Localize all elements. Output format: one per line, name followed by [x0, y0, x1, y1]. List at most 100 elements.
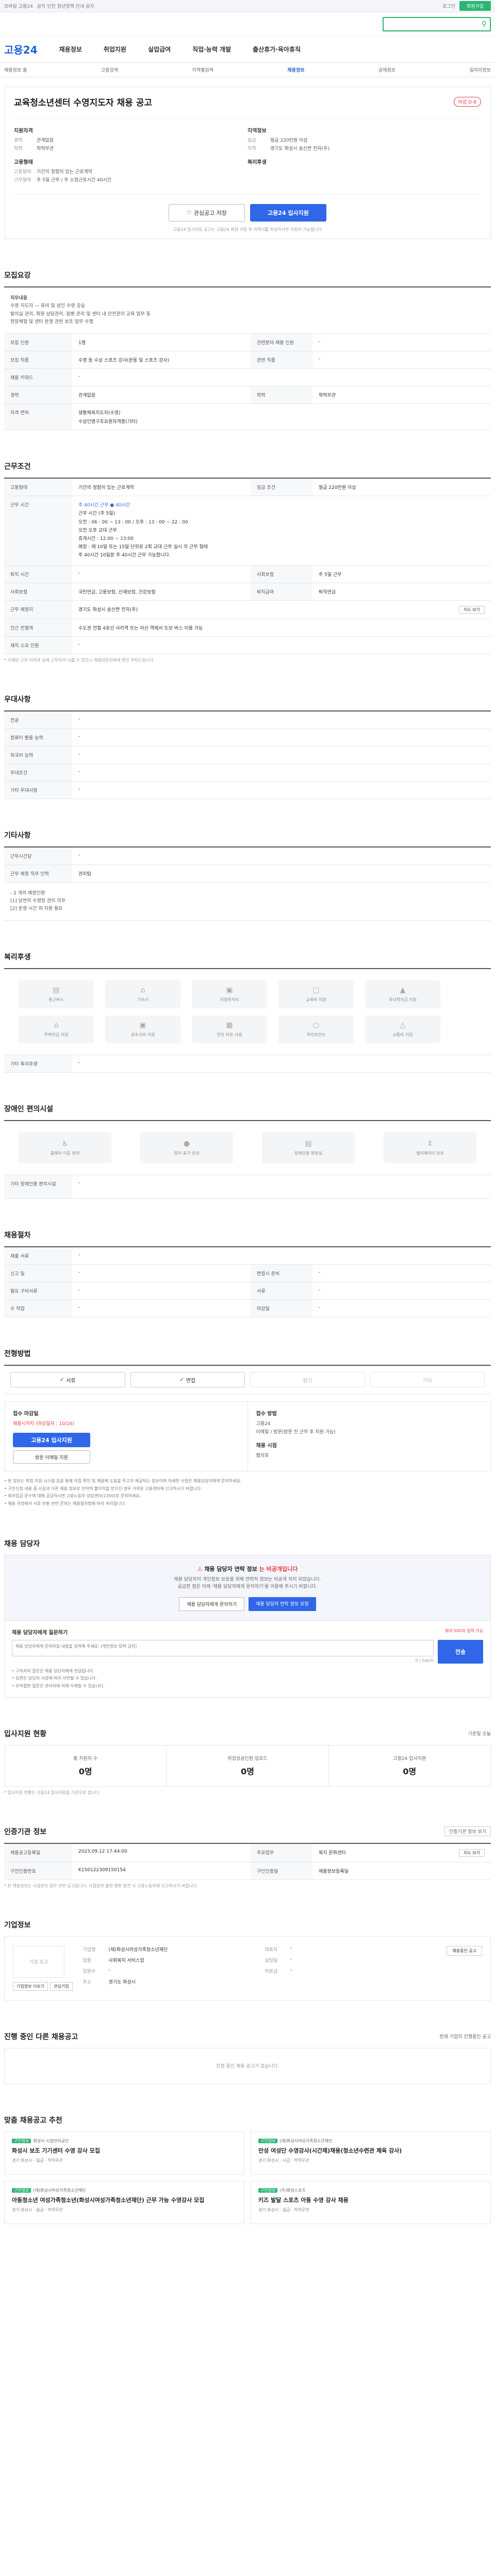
subnav-search[interactable]: 고용검색 — [101, 66, 118, 73]
disabled-item: ● 점자 표기 안내 — [140, 1132, 233, 1164]
send-button[interactable]: 전송 — [438, 1639, 483, 1664]
table-cell: - — [78, 1287, 80, 1293]
section-title: 입사지원 현황 — [4, 1730, 47, 1738]
map-button[interactable]: 지도 보기 — [459, 1849, 485, 1857]
login-link[interactable]: 로그인 — [442, 3, 455, 9]
table-cell: 기간의 정함이 있는 근로계약 — [78, 485, 134, 491]
section-title-row: 인증기관 정보 인증기관 정보 보기 — [4, 1826, 491, 1837]
contact-banner-head: ⚠ 채용 담당자 연락 정보 는 비공개입니다 — [10, 1565, 485, 1573]
point-icon: ○ — [312, 1021, 320, 1030]
signup-button[interactable]: 회원가입 — [459, 1, 491, 11]
table-cell: 경기도 화성시 송산면 전자(주) 지도 보기 — [72, 601, 491, 619]
section-work: 근무조건 고용형태 기간의 정함이 있는 근로계약 임금 조건 월급 220만원 이상… — [4, 461, 491, 663]
welfare-item: ▲ 자녀학자금 지원 — [365, 980, 440, 1009]
summary-key: 지역 — [248, 146, 256, 151]
stat-item: 총 지원자 수 0명 — [5, 1745, 167, 1786]
table-head: 구인인증번호 — [4, 1862, 72, 1879]
company-key: 업원수 — [82, 1969, 96, 1974]
visit-apply-button[interactable]: 방문 이메일 지원 — [13, 1450, 90, 1464]
table-row: 근무 예정지 경기도 화성시 송산면 전자(주) 지도 보기 — [4, 600, 491, 619]
section-stats: 입사지원 현황 기준일 오늘 총 지원자 수 0명 취업성공인원 업로드 0명 고용2… — [4, 1728, 491, 1795]
table-head: 관련 직종 — [251, 351, 312, 369]
table-head: 관련분야 채용 인원 — [251, 334, 312, 351]
table-cell: 관계없음 — [78, 393, 96, 399]
subnav-home[interactable]: 채용정보 홈 — [4, 66, 27, 73]
table-row: 전공 - — [4, 711, 491, 729]
inquiry-count: 0 / 500자 — [415, 1658, 434, 1663]
apply-button-2[interactable]: 고용24 입사지원 — [13, 1433, 90, 1448]
map-button[interactable]: 지도 보기 — [459, 605, 485, 614]
gnb-item-training[interactable]: 직업·능력 개발 — [192, 45, 231, 54]
card-badge: 구인정보 — [258, 2188, 278, 2193]
table-head: 컴퓨터 활용 능력 — [4, 728, 72, 746]
restroom-icon: ▤ — [305, 1140, 312, 1148]
gnb-item-support[interactable]: 취업지원 — [104, 45, 126, 54]
section-recruit: 모집요강 직무내용 수영 지도자 — 유아 및 성인 수영 강습 탈의실 관리, … — [4, 270, 491, 431]
stat-item: 취업성공인원 업로드 0명 — [167, 1745, 329, 1786]
contact-request-button[interactable]: 채용 담당자 연락 정보 요청 — [249, 1597, 316, 1611]
sub-nav: 채용정보 홈 고용검색 지역별검색 채용정보 공채정보 일자리정보 — [0, 63, 495, 77]
stat-label: 고용24 입사지원 — [393, 1756, 426, 1761]
section-company: 기업정보 기업 로고 기업정보 더보기 관심기업 기업명 (재)화성시여성가족청소… — [4, 1920, 491, 2001]
gnb-item-jobs[interactable]: 채용정보 — [59, 45, 82, 54]
table-cell: K150122309150154 — [78, 1867, 126, 1873]
scrap-button[interactable]: ♡ 관심공고 저장 — [169, 204, 245, 222]
recruit-table: 직무내용 수영 지도자 — 유아 및 성인 수영 강습 탈의실 관리, 회원 상담… — [4, 286, 491, 431]
table-row: 필요 구비서류 - 서류 - — [4, 1282, 491, 1300]
duty-text: 직무내용 수영 지도자 — 유아 및 성인 수영 강습 탈의실 관리, 회원 상담… — [4, 287, 491, 333]
note-line: • 최저임금 준수에 대해 궁금하시면 고용노동부 상담센터(1350)로 문의… — [4, 1494, 141, 1499]
card-company: 구인정보 (재)화성시여성가족청소년재단 — [12, 2188, 237, 2193]
section-title: 전형방법 — [4, 1350, 31, 1359]
top-notice[interactable]: 공지 인천 청년정책 안내 공지 — [37, 3, 94, 9]
table-cell: 관리팀 — [78, 871, 91, 877]
table-head: 신고 일 — [4, 1265, 72, 1282]
section-title: 모집요강 — [4, 272, 31, 280]
section-welfare: 복리후생 ▤ 통근버스 ⌂ 기숙사 ▣ 차량유지비 □ 교육비 지원 ▲ 자녀학자금 지원… — [4, 952, 491, 1073]
subnav-work[interactable]: 일자리정보 — [470, 66, 491, 73]
welfare-item: ⌂ 주택자금 지원 — [19, 1015, 94, 1044]
company-more-link[interactable]: 기업정보 더보기 — [13, 1981, 48, 1991]
job-card[interactable]: 구인정보 (주)화성스포츠 키즈 발달 스포츠 아동 수영 강사 채용 경기 화성… — [251, 2180, 491, 2224]
summary-key: 경력 — [14, 138, 23, 143]
table-cell: 수도권 전철 4호선 사리역 또는 아산 역에서 도보 버스 이용 가능 — [78, 625, 203, 631]
card-title: 안성 여성단 수영강사(시간제)채용(청소년수련관 체육 강사) — [258, 2147, 402, 2154]
gnb-item-leave[interactable]: 출산휴가·육아휴직 — [253, 45, 301, 54]
table-cell: 월급 220만원 이상 — [319, 485, 356, 491]
favorite-company-button[interactable]: 관심기업 — [50, 1981, 73, 1991]
gnb-item-benefit[interactable]: 실업급여 — [148, 45, 171, 54]
stats-box: 총 지원자 수 0명 취업성공인원 업로드 0명 고용24 입사지원 0명 — [4, 1744, 491, 1787]
contact-inquiry-button[interactable]: 채용 담당자에게 문의하기 — [179, 1597, 245, 1611]
table-cell: 수영 등 수상 스포츠 강사(운동 및 스포츠 강사) — [78, 358, 170, 364]
search-icon[interactable]: ⚲ — [482, 20, 487, 28]
table-cell: - — [78, 716, 80, 722]
company-row: 주소 경기도 화성시 — [83, 1978, 255, 1985]
welfare-label: 교통비 지원 — [392, 1032, 413, 1038]
job-card[interactable]: 구인정보 (재)화성시여성가족청소년재단 아동청소년 여성가족청소년(화성시여성가… — [4, 2180, 244, 2224]
table-head: 기타 복리후생 — [4, 1055, 72, 1073]
job-card[interactable]: 구인정보 (재)화성시여성가족청소년재단 안성 여성단 수영강사(시간제)채용(청… — [251, 2131, 491, 2175]
mobile-link[interactable]: 모바일 고용24 — [4, 3, 33, 9]
company-jobs-button[interactable]: 채용중인 공고 — [447, 1945, 482, 1956]
subnav-region[interactable]: 지역별검색 — [192, 66, 213, 73]
info-more-button[interactable]: 인증기관 정보 보기 — [444, 1826, 491, 1837]
section-title: 근무조건 — [4, 463, 31, 471]
subnav-jobinfo[interactable]: 채용정보 — [287, 66, 304, 73]
section-process: 채용절차 제출 서류 - 신고 일 - 면접시 준비 - 필요 구비서류 - 서류 - 수 작… — [4, 1230, 491, 1318]
inquiry-textarea[interactable] — [12, 1639, 434, 1656]
table-row: 우대조건 - — [4, 764, 491, 782]
welfare-item: ⌂ 기숙사 — [105, 980, 180, 1009]
table-cell: - — [78, 786, 80, 792]
apply-button[interactable]: 고용24 입사지원 — [250, 204, 326, 222]
search-row: ⚲ — [0, 12, 495, 36]
subnav-public[interactable]: 공채정보 — [378, 66, 395, 73]
welfare-item: △ 교통비 지원 — [365, 1015, 440, 1044]
company-value: 사회복지 서비스업 — [108, 1958, 144, 1963]
welfare-box: ▤ 통근버스 ⌂ 기숙사 ▣ 차량유지비 □ 교육비 지원 ▲ 자녀학자금 지원 ⌂ 주택자… — [4, 968, 491, 1073]
search-input[interactable]: ⚲ — [383, 16, 491, 31]
card-meta: 경기 화성시 · 시급 · 학력무관 — [258, 2158, 309, 2163]
site-logo[interactable]: 고용24 — [4, 42, 38, 57]
license-item: 수상인명구조요원자격증(기타) — [78, 419, 138, 425]
apply-left-head: 접수 마감일 — [13, 1411, 39, 1417]
job-card[interactable]: 구인정보 화성시 시설관리공단 화성시 보조 기기센터 수영 강사 모집 경기 화… — [4, 2131, 244, 2175]
section-others: 진행 중인 다른 채용공고 현재 기업의 진행중인 공고 진행 중인 채용 공고가… — [4, 2031, 491, 2084]
